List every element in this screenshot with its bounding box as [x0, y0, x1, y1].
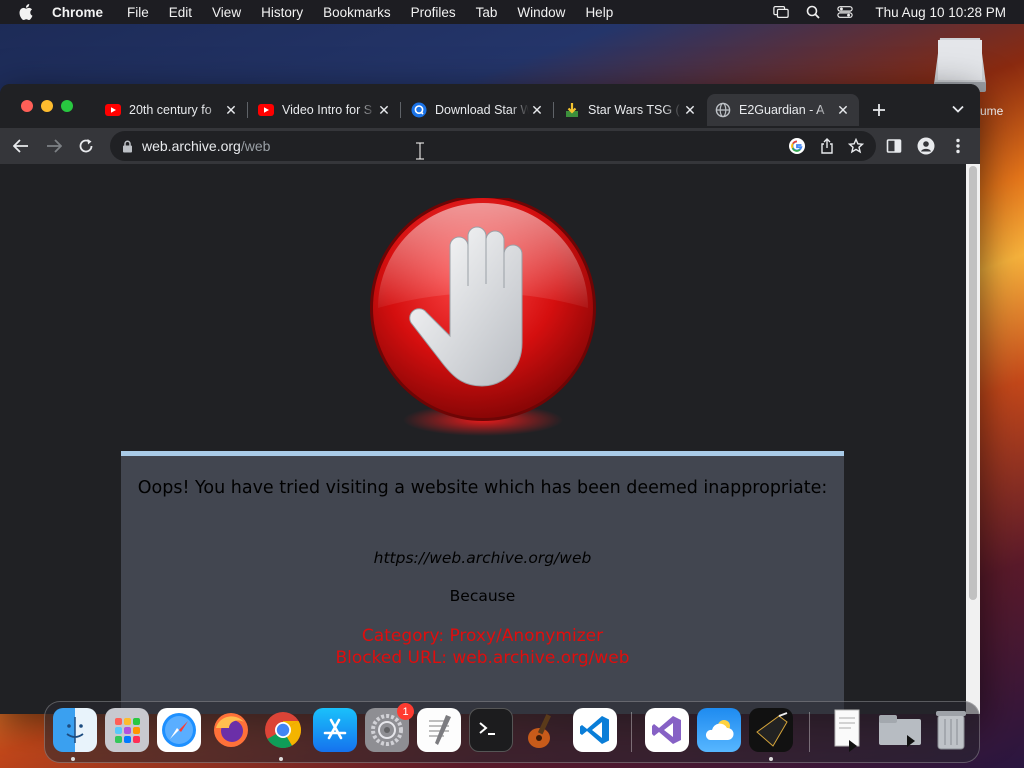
- tab-close-icon[interactable]: ✕: [376, 102, 392, 118]
- notification-badge: 1: [397, 703, 414, 720]
- tab-separator: [247, 102, 248, 118]
- tab-close-icon[interactable]: ✕: [682, 102, 698, 118]
- visual-studio-icon[interactable]: [645, 708, 689, 752]
- apple-menu-icon[interactable]: [18, 4, 34, 20]
- dock-separator: [631, 712, 632, 752]
- drive-label: ume: [980, 104, 1004, 118]
- because-label: Because: [449, 587, 516, 605]
- reload-icon[interactable]: [75, 135, 97, 157]
- menu-view[interactable]: View: [212, 5, 241, 20]
- dock-separator: [809, 712, 810, 752]
- lock-icon[interactable]: [122, 139, 134, 153]
- menu-bar: Chrome File Edit View History Bookmarks …: [0, 0, 1024, 24]
- globe-icon: [715, 102, 731, 118]
- tab-title: E2Guardian - A: [739, 103, 825, 117]
- share-icon[interactable]: [820, 138, 834, 157]
- stop-hand-icon: [366, 195, 600, 438]
- tab-close-icon[interactable]: ✕: [223, 102, 239, 118]
- running-indicator: [279, 757, 283, 761]
- tab-close-icon[interactable]: ✕: [835, 102, 851, 118]
- garageband-icon[interactable]: [521, 708, 565, 752]
- tab-video-intro[interactable]: Video Intro for S ✕: [250, 94, 400, 126]
- new-tab-plus-icon[interactable]: [868, 99, 890, 121]
- back-arrow-icon[interactable]: [10, 135, 32, 157]
- vertical-scrollbar[interactable]: [966, 164, 980, 714]
- tab-separator: [553, 102, 554, 118]
- vscode-icon[interactable]: [573, 708, 617, 752]
- menu-tab[interactable]: Tab: [476, 5, 498, 20]
- scrollbar-thumb[interactable]: [969, 166, 977, 600]
- chrome-menu-kebab-icon[interactable]: [947, 135, 969, 157]
- app-store-icon[interactable]: [313, 708, 357, 752]
- text-cursor-icon: [414, 141, 426, 161]
- tab-title: 20th century fo: [129, 103, 212, 117]
- download-tray-icon: [564, 102, 580, 118]
- block-message-panel: Oops! You have tried visiting a website …: [121, 451, 844, 714]
- tab-search-chevron-icon[interactable]: [948, 99, 968, 119]
- window-maximize-button[interactable]: [61, 100, 73, 112]
- search-q-icon: [411, 102, 427, 118]
- downloads-folder-icon[interactable]: [875, 708, 925, 752]
- blocked-url-text: https://web.archive.org/web: [373, 549, 592, 567]
- profile-avatar-icon[interactable]: [915, 135, 937, 157]
- tab-e2guardian[interactable]: E2Guardian - A ✕: [707, 94, 859, 126]
- control-center-icon[interactable]: [837, 4, 854, 20]
- running-indicator: [769, 757, 773, 761]
- forward-arrow-icon[interactable]: [43, 135, 65, 157]
- chrome-icon[interactable]: [261, 708, 305, 752]
- side-panel-icon[interactable]: [883, 135, 905, 157]
- finder-icon[interactable]: [53, 708, 97, 752]
- bookmark-star-icon[interactable]: [847, 137, 865, 157]
- menu-history[interactable]: History: [261, 5, 303, 20]
- sketch-icon[interactable]: [749, 708, 793, 752]
- launchpad-icon[interactable]: [105, 708, 149, 752]
- menu-app-chrome[interactable]: Chrome: [52, 5, 103, 20]
- document-stack-icon[interactable]: [825, 708, 869, 752]
- chrome-window: 20th century fo ✕ Video Intro for S ✕ Do…: [0, 84, 980, 714]
- address-bar[interactable]: web.archive.org/web: [110, 131, 876, 161]
- menu-window[interactable]: Window: [517, 5, 565, 20]
- window-close-button[interactable]: [21, 100, 33, 112]
- url-path: /web: [240, 138, 271, 154]
- blocked-url-line: Blocked URL: web.archive.org/web: [335, 648, 630, 668]
- block-category: Category: Proxy/Anonymizer: [361, 626, 604, 646]
- dock: 1: [44, 701, 980, 763]
- block-heading: Oops! You have tried visiting a website …: [137, 478, 828, 498]
- menu-help[interactable]: Help: [585, 5, 613, 20]
- url-host: web.archive.org: [142, 138, 241, 154]
- weather-icon[interactable]: [697, 708, 741, 752]
- page-viewport: Oops! You have tried visiting a website …: [0, 164, 966, 714]
- tab-star-wars-tsg[interactable]: Star Wars TSG ( ✕: [556, 94, 706, 126]
- tab-download-star-wars[interactable]: Download Star W ✕: [403, 94, 553, 126]
- spotlight-search-icon[interactable]: [805, 4, 821, 20]
- running-indicator: [71, 757, 75, 761]
- youtube-icon: [105, 102, 121, 118]
- menubar-clock[interactable]: Thu Aug 10 10:28 PM: [875, 5, 1006, 20]
- menu-bookmarks[interactable]: Bookmarks: [323, 5, 391, 20]
- menu-edit[interactable]: Edit: [169, 5, 192, 20]
- tab-strip: 20th century fo ✕ Video Intro for S ✕ Do…: [0, 84, 980, 128]
- browser-toolbar: web.archive.org/web: [0, 128, 980, 164]
- youtube-icon: [258, 102, 274, 118]
- window-minimize-button[interactable]: [41, 100, 53, 112]
- system-settings-icon[interactable]: 1: [365, 703, 414, 752]
- firefox-icon[interactable]: [209, 708, 253, 752]
- google-lens-icon[interactable]: [788, 137, 806, 158]
- tab-separator: [400, 102, 401, 118]
- terminal-icon[interactable]: [469, 708, 513, 752]
- trash-icon[interactable]: [929, 708, 973, 752]
- tab-20th-century[interactable]: 20th century fo ✕: [97, 94, 247, 126]
- tab-title: Video Intro for S: [282, 103, 373, 117]
- tab-title: Download Star W: [435, 103, 529, 117]
- tab-title: Star Wars TSG (: [588, 103, 680, 117]
- screen-mirroring-icon[interactable]: [773, 4, 790, 20]
- menu-file[interactable]: File: [127, 5, 149, 20]
- tab-close-icon[interactable]: ✕: [529, 102, 545, 118]
- menu-profiles[interactable]: Profiles: [411, 5, 456, 20]
- textedit-icon[interactable]: [417, 708, 461, 752]
- safari-icon[interactable]: [157, 708, 201, 752]
